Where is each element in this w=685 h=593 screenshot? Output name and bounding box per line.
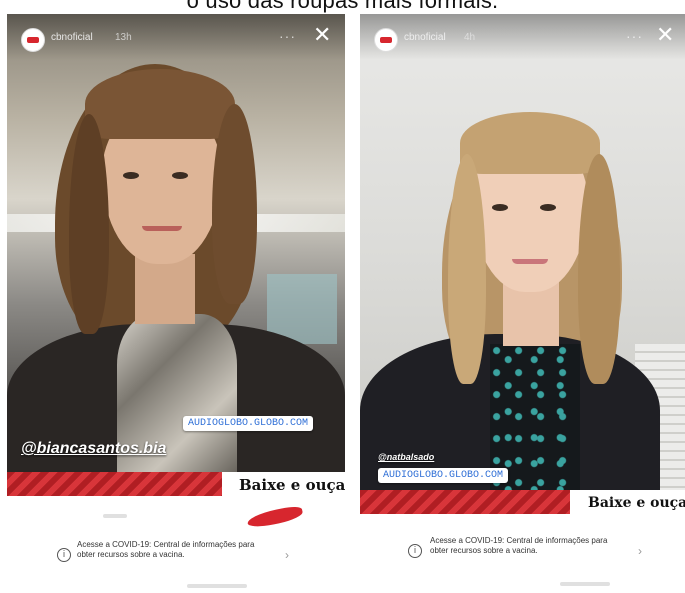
time-ago: 4h bbox=[464, 32, 476, 43]
bottom-bar bbox=[560, 582, 610, 586]
story-panel-2[interactable]: cbnoficial 4h ··· ✕ @natbalsado AUDIOGLO… bbox=[360, 14, 685, 592]
mention-tag[interactable]: @biancasantos.bia bbox=[21, 440, 166, 458]
close-icon[interactable]: ✕ bbox=[656, 24, 674, 46]
promo-banner[interactable]: Baixe e ouça. bbox=[7, 472, 345, 506]
story-header-1: cbnoficial 13h ··· ✕ bbox=[7, 14, 345, 60]
chevron-right-icon[interactable]: › bbox=[285, 548, 289, 562]
link-sticker[interactable]: AUDIOGLOBO.GLOBO.COM bbox=[378, 468, 509, 483]
promo-banner[interactable]: Baixe e ouça. bbox=[360, 490, 685, 518]
username[interactable]: cbnoficial bbox=[404, 32, 446, 43]
story-footer-2: i Acesse a COVID-19: Central de informaç… bbox=[360, 518, 685, 592]
close-icon[interactable]: ✕ bbox=[313, 24, 331, 46]
promo-text: Baixe e ouça. bbox=[239, 476, 345, 494]
username[interactable]: cbnoficial bbox=[51, 32, 93, 43]
story-footer-1: i Acesse a COVID-19: Central de informaç… bbox=[7, 504, 345, 592]
mention-tag[interactable]: @natbalsado bbox=[378, 452, 434, 462]
story-panel-1[interactable]: cbnoficial 13h ··· ✕ AUDIOGLOBO.GLOBO.CO… bbox=[7, 14, 345, 592]
covid-info-text[interactable]: Acesse a COVID-19: Central de informaçõe… bbox=[430, 536, 620, 556]
bottom-bar bbox=[187, 584, 247, 588]
more-icon[interactable]: ··· bbox=[626, 28, 643, 44]
covid-info-text[interactable]: Acesse a COVID-19: Central de informaçõe… bbox=[77, 540, 267, 560]
avatar[interactable] bbox=[21, 28, 45, 52]
chevron-right-icon[interactable]: › bbox=[638, 544, 642, 558]
page-caption: o uso das roupas mais formais. bbox=[186, 0, 499, 13]
promo-text: Baixe e ouça. bbox=[588, 495, 685, 511]
drag-handle bbox=[103, 514, 127, 518]
promo-stripes bbox=[7, 472, 222, 496]
more-icon[interactable]: ··· bbox=[279, 28, 296, 44]
avatar[interactable] bbox=[374, 28, 398, 52]
link-sticker[interactable]: AUDIOGLOBO.GLOBO.COM bbox=[183, 416, 314, 431]
red-shape bbox=[246, 504, 304, 530]
promo-stripes bbox=[360, 490, 570, 514]
info-icon: i bbox=[408, 544, 422, 558]
info-icon: i bbox=[57, 548, 71, 562]
time-ago: 13h bbox=[115, 32, 132, 43]
story-header-2: cbnoficial 4h ··· ✕ bbox=[360, 14, 685, 60]
